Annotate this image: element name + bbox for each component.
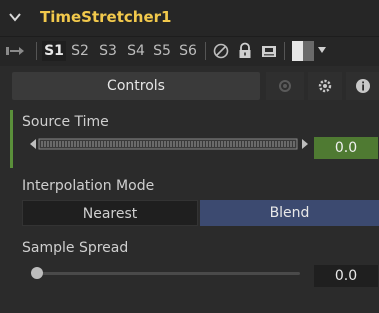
toolbar-separator: [36, 42, 37, 60]
version-slot-s4[interactable]: S4: [124, 41, 148, 61]
toolbar-separator: [205, 42, 206, 60]
source-time-thumbwheel[interactable]: [30, 136, 308, 152]
version-slot-s1[interactable]: S1: [42, 41, 66, 61]
tab-info[interactable]: [346, 72, 379, 100]
sample-spread-slider-handle[interactable]: [31, 267, 43, 279]
modifiers-icon: [279, 80, 291, 92]
animated-indicator: [10, 110, 13, 168]
disable-icon[interactable]: [212, 42, 230, 60]
sample-spread-value[interactable]: 0.0: [314, 265, 378, 287]
tab-controls[interactable]: Controls: [12, 72, 260, 100]
settings-gear-icon: [318, 79, 332, 93]
version-slot-s2[interactable]: S2: [68, 41, 92, 61]
lock-icon[interactable]: [236, 42, 254, 60]
info-icon: [355, 79, 370, 93]
tab-settings[interactable]: [308, 72, 342, 100]
cache-to-disk-icon[interactable]: [260, 42, 278, 60]
tool-title: TimeStretcher1: [40, 8, 172, 26]
toolbar-separator: [284, 42, 285, 60]
pin-icon[interactable]: [6, 44, 34, 58]
tab-modifiers[interactable]: [266, 72, 304, 100]
version-slot-s6[interactable]: S6: [176, 41, 200, 61]
version-slot-s3[interactable]: S3: [96, 41, 120, 61]
chevron-down-icon[interactable]: [8, 10, 22, 24]
sample-spread-label: Sample Spread: [22, 240, 129, 256]
source-time-label: Source Time: [22, 114, 109, 130]
source-time-value[interactable]: 0.0: [314, 137, 378, 159]
interpolation-option-blend[interactable]: Blend: [200, 200, 379, 226]
interpolation-mode-label: Interpolation Mode: [22, 178, 155, 194]
version-slot-s5[interactable]: S5: [150, 41, 174, 61]
sample-spread-slider-track[interactable]: [38, 272, 300, 275]
node-color-swatch-icon[interactable]: [292, 41, 314, 61]
color-dropdown-icon[interactable]: [318, 47, 326, 53]
interpolation-option-nearest[interactable]: Nearest: [22, 200, 198, 226]
